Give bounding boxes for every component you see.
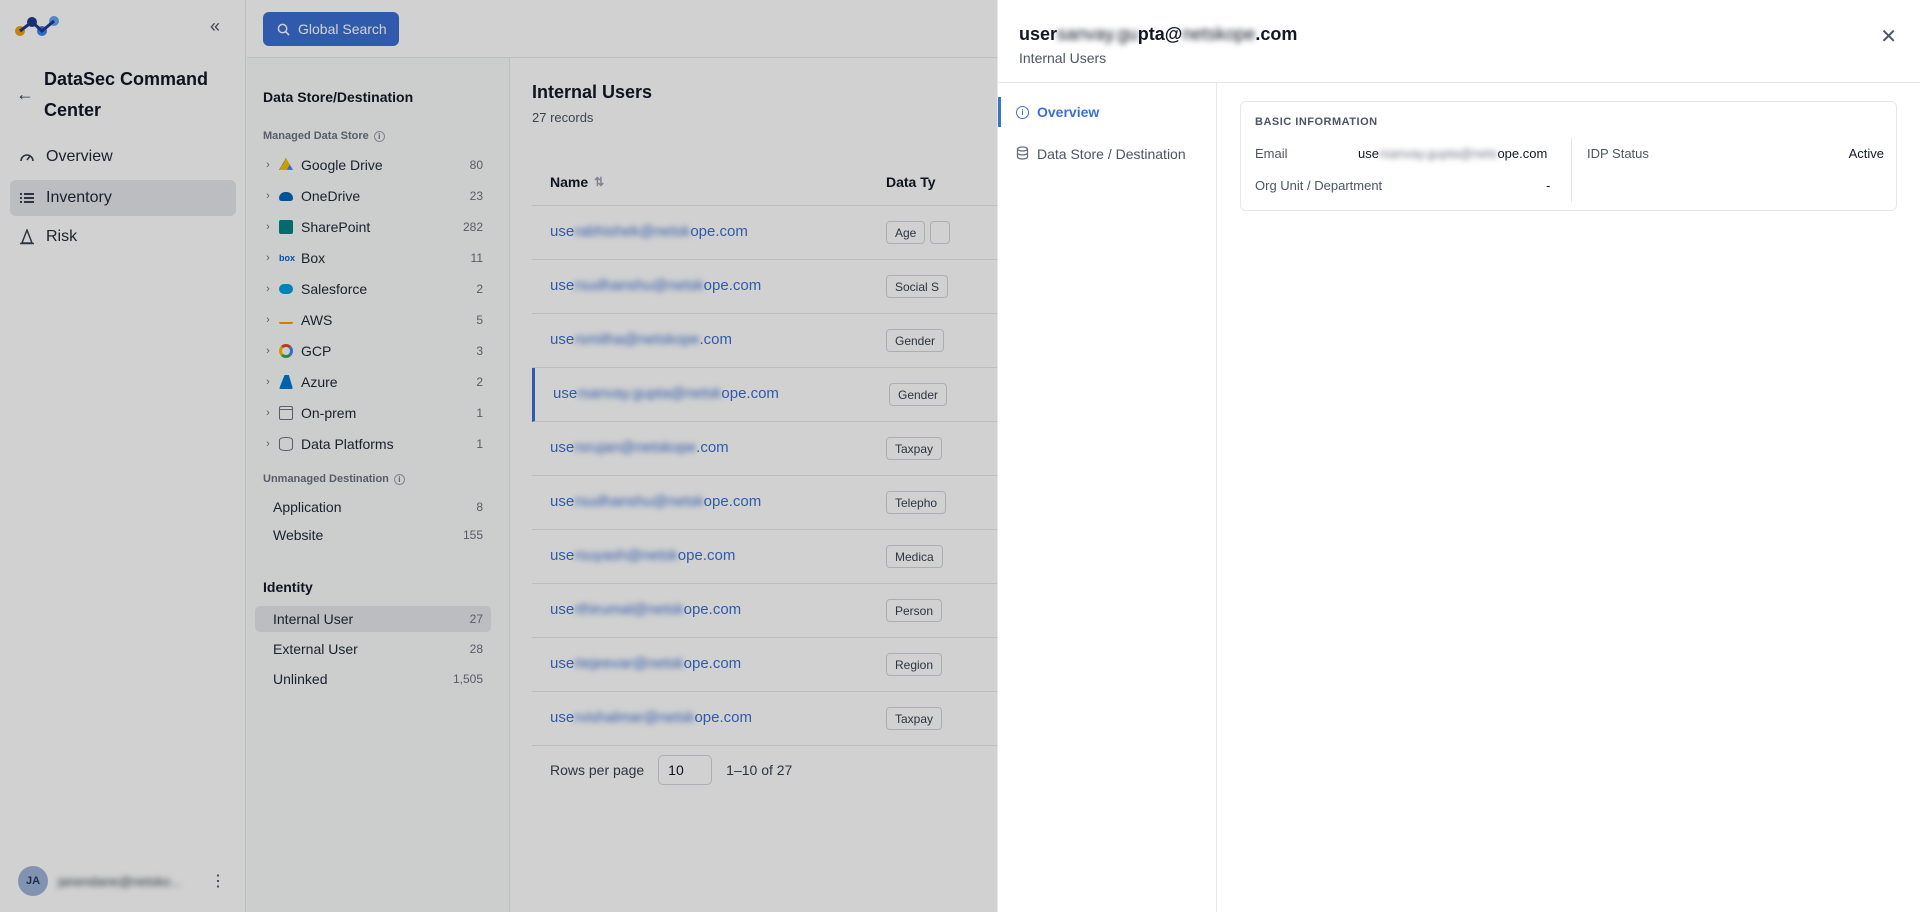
email-value-part: use (1358, 146, 1379, 161)
modal-backdrop[interactable] (0, 0, 997, 912)
email-value-part: ope.com (1497, 146, 1548, 161)
drawer-title-part: .com (1255, 24, 1298, 44)
basic-information-card: BASIC INFORMATION Email usersanvay.gupta… (1240, 101, 1897, 211)
email-value: usersanvay.gupta@netsope.com (1358, 146, 1547, 161)
drawer-title-part: pta@ (1137, 24, 1183, 44)
org-unit-value: - (1546, 178, 1551, 193)
idp-status-value: Active (1848, 146, 1884, 161)
tab-label: Overview (1037, 104, 1100, 120)
user-detail-drawer: usersanvay.gupta@netskope.com Internal U… (997, 0, 1920, 912)
drawer-title-redacted: netskope (1182, 24, 1256, 44)
database-icon (1016, 145, 1029, 163)
tab-overview[interactable]: i Overview (998, 97, 1217, 127)
idp-status-label: IDP Status (1587, 146, 1649, 161)
close-icon[interactable]: ✕ (1880, 24, 1897, 49)
card-divider (1571, 138, 1572, 202)
drawer-header: usersanvay.gupta@netskope.com Internal U… (998, 0, 1920, 83)
tab-label: Data Store / Destination (1037, 146, 1186, 162)
drawer-title-redacted: sanvay.gu (1057, 24, 1138, 44)
card-title: BASIC INFORMATION (1255, 116, 1378, 128)
org-unit-label: Org Unit / Department (1255, 178, 1383, 193)
tab-data-store-destination[interactable]: Data Store / Destination (998, 139, 1217, 169)
drawer-title: usersanvay.gupta@netskope.com (1019, 24, 1297, 45)
drawer-title-part: user (1019, 24, 1058, 44)
email-value-redacted: rsanvay.gupta@nets (1378, 146, 1498, 161)
drawer-tabs: i Overview Data Store / Destination (998, 83, 1217, 912)
email-label: Email (1255, 146, 1288, 161)
drawer-subtitle: Internal Users (1019, 50, 1107, 66)
info-icon: i (1016, 105, 1029, 119)
